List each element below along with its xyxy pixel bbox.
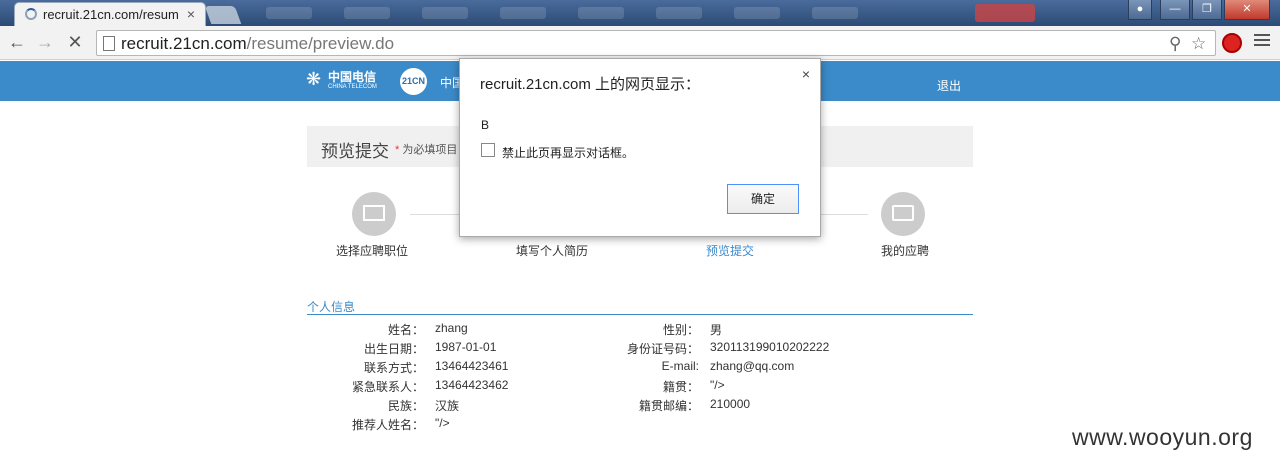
page-title: 预览提交 bbox=[321, 142, 389, 161]
extension-icon[interactable] bbox=[1222, 33, 1242, 53]
info-value: "/> bbox=[435, 416, 450, 430]
search-icon[interactable]: ⚲ bbox=[1169, 34, 1181, 54]
info-value: 320113199010202222 bbox=[710, 340, 830, 354]
step-fill-resume: 填写个人简历 bbox=[516, 244, 589, 258]
info-label: E-mail: bbox=[661, 359, 699, 373]
step-select-position: 选择应聘职位 bbox=[336, 244, 409, 258]
info-value: zhang@qq.com bbox=[710, 359, 795, 373]
info-value: 13464423461 bbox=[435, 359, 509, 373]
telecom-logo-icon: ❋ bbox=[306, 69, 322, 89]
info-value: 13464423462 bbox=[435, 378, 509, 392]
info-label: 性别： bbox=[662, 323, 699, 337]
user-icon[interactable]: ● bbox=[1128, 0, 1152, 20]
window-close-button[interactable]: ✕ bbox=[1224, 0, 1270, 20]
tab-title: recruit.21cn.com/resum bbox=[43, 7, 179, 22]
browser-toolbar: ← → ✕ recruit.21cn.com/resume/preview.do… bbox=[0, 26, 1280, 60]
window-controls: ● — ❐ ✕ bbox=[1128, 0, 1270, 20]
maximize-button[interactable]: ❐ bbox=[1192, 0, 1222, 20]
info-value: "/> bbox=[710, 378, 725, 392]
step-my-applications: 我的应聘 bbox=[881, 244, 930, 258]
tab-close-icon[interactable]: × bbox=[187, 6, 195, 22]
logout-link[interactable]: 退出 bbox=[937, 77, 961, 94]
watermark: www.wooyun.org bbox=[1072, 424, 1253, 450]
forward-arrow-icon[interactable]: → bbox=[34, 32, 56, 54]
info-label: 推荐人姓名： bbox=[351, 418, 424, 432]
dialog-title: recruit.21cn.com 上的网页显示： bbox=[480, 76, 701, 93]
suppress-dialogs-label[interactable]: 禁止此页再显示对话框。 bbox=[502, 144, 634, 161]
info-label: 出生日期： bbox=[363, 342, 424, 356]
suppress-dialogs-checkbox[interactable] bbox=[481, 143, 495, 157]
browser-titlebar: recruit.21cn.com/resum × ● — ❐ ✕ bbox=[0, 0, 1280, 40]
url-text[interactable]: recruit.21cn.com/resume/preview.do bbox=[121, 34, 394, 54]
step-monitor-icon bbox=[352, 192, 396, 236]
step-envelope-icon bbox=[881, 192, 925, 236]
back-arrow-icon[interactable]: ← bbox=[6, 32, 28, 54]
tab-active[interactable]: recruit.21cn.com/resum × bbox=[14, 2, 206, 26]
info-value: 1987-01-01 bbox=[435, 340, 497, 354]
info-label: 籍贯： bbox=[662, 380, 699, 394]
page-icon bbox=[103, 36, 115, 51]
blurred-bookmarks bbox=[250, 5, 950, 40]
step-preview-submit: 预览提交 bbox=[706, 244, 755, 258]
info-label: 籍贯邮编： bbox=[638, 399, 699, 413]
stop-icon[interactable]: ✕ bbox=[64, 32, 86, 54]
info-value: zhang bbox=[435, 321, 468, 335]
info-label: 联系方式： bbox=[363, 361, 424, 375]
loading-spinner-icon bbox=[25, 8, 37, 20]
info-value: 210000 bbox=[710, 397, 751, 411]
alert-dialog: recruit.21cn.com 上的网页显示： × B 禁止此页再显示对话框。… bbox=[459, 58, 821, 237]
info-value: 男 bbox=[710, 323, 723, 337]
info-value: 汉族 bbox=[435, 399, 460, 413]
section-title: 个人信息 bbox=[307, 300, 356, 314]
ok-button[interactable]: 确定 bbox=[727, 184, 799, 214]
blurred-red-button bbox=[975, 4, 1035, 22]
info-label: 身份证号码： bbox=[626, 342, 699, 356]
dialog-close-icon[interactable]: × bbox=[802, 66, 810, 82]
star-icon[interactable]: ☆ bbox=[1191, 34, 1206, 54]
info-label: 姓名： bbox=[387, 323, 424, 337]
section-divider bbox=[307, 314, 973, 315]
new-tab-button[interactable] bbox=[204, 6, 242, 24]
minimize-button[interactable]: — bbox=[1160, 0, 1190, 20]
21cn-badge[interactable]: 21CN bbox=[400, 68, 427, 95]
required-note: * 为必填项目 bbox=[395, 144, 458, 156]
info-label: 民族： bbox=[387, 399, 424, 413]
menu-icon[interactable] bbox=[1254, 34, 1270, 48]
info-label: 紧急联系人： bbox=[351, 380, 424, 394]
address-bar[interactable]: recruit.21cn.com/resume/preview.do ⚲ ☆ bbox=[96, 30, 1216, 56]
dialog-message: B bbox=[481, 118, 490, 132]
